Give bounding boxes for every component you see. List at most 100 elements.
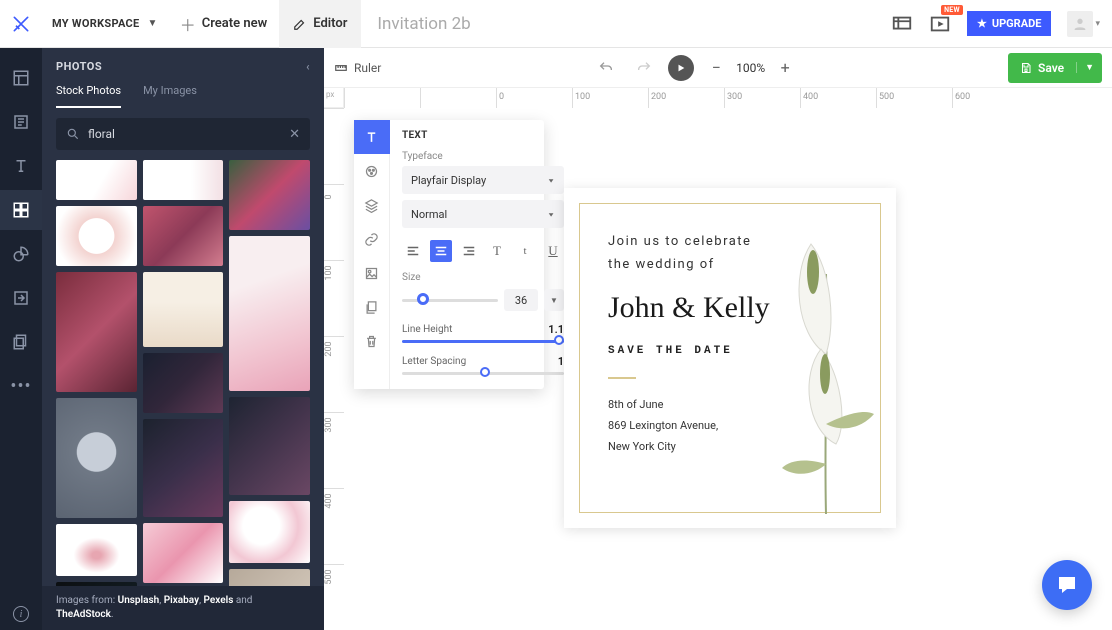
size-slider[interactable] (402, 299, 498, 302)
layers-tab-icon[interactable] (354, 188, 390, 222)
collapse-panel-icon[interactable]: ‹ (306, 60, 310, 73)
tab-my-images[interactable]: My Images (143, 84, 197, 108)
line-height-label: Line Height (402, 324, 452, 335)
line-height-slider[interactable] (402, 340, 564, 343)
rail-pages[interactable] (0, 322, 42, 362)
align-right-button[interactable] (458, 240, 480, 262)
search-input[interactable] (88, 127, 281, 141)
document-title[interactable]: Invitation 2b (361, 14, 486, 34)
text-panel-title: TEXT (402, 130, 564, 141)
panel-tabs: Stock Photos My Images (42, 84, 324, 108)
workspace-label: MY WORKSPACE (52, 17, 140, 30)
photo-thumb[interactable] (56, 206, 137, 266)
photo-thumb[interactable] (56, 524, 137, 576)
image-tab-icon[interactable] (354, 256, 390, 290)
divider-line (608, 377, 636, 379)
photo-thumb[interactable] (143, 353, 224, 413)
zoom-out-button[interactable]: − (704, 56, 728, 80)
present-icon[interactable] (891, 13, 913, 35)
play-button[interactable] (668, 55, 694, 81)
photo-thumb[interactable] (229, 160, 310, 230)
tab-stock-photos[interactable]: Stock Photos (56, 84, 121, 108)
rail-more[interactable]: ••• (0, 366, 42, 406)
size-caret-icon[interactable]: ▼ (544, 289, 564, 311)
zoom-in-button[interactable]: + (773, 56, 797, 80)
search-input-wrap: ✕ (56, 118, 310, 150)
photo-thumb[interactable] (56, 160, 137, 200)
clear-search-icon[interactable]: ✕ (289, 127, 300, 142)
info-icon[interactable]: i (13, 606, 29, 622)
create-new-button[interactable]: ＋ Create new (168, 0, 280, 48)
ruler-toggle[interactable]: Ruler (334, 61, 381, 75)
create-new-label: Create new (202, 16, 267, 31)
duplicate-tab-icon[interactable] (354, 290, 390, 324)
vertical-ruler[interactable]: 0 100 200 300 400 500 (324, 108, 344, 630)
redo-button[interactable] (630, 54, 658, 82)
size-value[interactable]: 36 (504, 289, 538, 311)
delete-tab-icon[interactable] (354, 324, 390, 358)
search-icon (66, 127, 80, 141)
save-caret-icon[interactable]: ▼ (1076, 62, 1102, 73)
align-center-button[interactable] (430, 240, 452, 262)
photo-thumb[interactable] (229, 501, 310, 563)
photo-thumb[interactable] (143, 272, 224, 347)
photos-panel: PHOTOS ‹ Stock Photos My Images ✕ (42, 48, 324, 630)
rail-photos[interactable] (0, 190, 42, 230)
rail-layout[interactable] (0, 58, 42, 98)
horizontal-ruler[interactable]: 0 100 200 300 400 500 600 (344, 88, 1112, 108)
uppercase-button[interactable]: T (486, 240, 508, 262)
editor-button[interactable]: Editor (279, 0, 361, 48)
text-panel-tabs (354, 120, 390, 389)
rail-export[interactable] (0, 278, 42, 318)
zoom-value[interactable]: 100% (730, 61, 771, 75)
stage[interactable]: px 0 100 200 300 400 500 600 0 100 200 3… (324, 88, 1112, 630)
rail-shapes[interactable] (0, 234, 42, 274)
rail-text[interactable] (0, 146, 42, 186)
chat-icon (1055, 573, 1079, 597)
undo-button[interactable] (592, 54, 620, 82)
photo-thumb[interactable] (229, 397, 310, 495)
artboard[interactable]: Join us to celebrate the wedding of John… (564, 188, 896, 528)
font-family-select[interactable]: Playfair Display ▼ (402, 166, 564, 194)
letter-spacing-label: Letter Spacing (402, 356, 466, 367)
canvas-toolbar: Ruler − 100% + Save ▼ (324, 48, 1112, 88)
photo-thumb[interactable] (56, 272, 137, 392)
link-tab-icon[interactable] (354, 222, 390, 256)
photo-thumb[interactable] (229, 236, 310, 391)
ruler-unit: px (324, 88, 344, 108)
rail-templates[interactable] (0, 102, 42, 142)
chat-button[interactable] (1042, 560, 1092, 610)
chevron-down-icon: ▼ (148, 18, 158, 29)
upgrade-label: UPGRADE (992, 17, 1042, 30)
upgrade-button[interactable]: ★ UPGRADE (967, 11, 1052, 36)
photo-thumb[interactable] (143, 523, 224, 583)
text-properties-panel[interactable]: TEXT Typeface Playfair Display ▼ Normal … (354, 120, 544, 389)
colors-tab-icon[interactable] (354, 154, 390, 188)
panel-title: PHOTOS (56, 60, 102, 73)
photo-thumb[interactable] (229, 569, 310, 586)
underline-button[interactable]: U (542, 240, 564, 262)
photo-thumb[interactable] (143, 160, 224, 200)
lowercase-button[interactable]: t (514, 240, 536, 262)
align-row: T t U (402, 240, 564, 262)
app-logo[interactable] (0, 0, 42, 48)
line-height-value: 1.1 (548, 323, 564, 336)
photo-thumb[interactable] (56, 398, 137, 518)
dots-icon: ••• (10, 376, 31, 397)
photo-credits: Images from: Unsplash, Pixabay, Pexels a… (42, 586, 324, 630)
save-button[interactable]: Save ▼ (1008, 53, 1102, 83)
plus-icon: ＋ (180, 12, 196, 36)
editor-label: Editor (313, 16, 347, 31)
workspace-dropdown[interactable]: MY WORKSPACE ▼ (42, 17, 168, 30)
canvas-column: Ruler − 100% + Save ▼ px (324, 48, 1112, 630)
text-tab-icon[interactable] (354, 120, 390, 154)
account-menu[interactable]: ▾ (1067, 11, 1100, 37)
align-left-button[interactable] (402, 240, 424, 262)
photo-thumb[interactable] (143, 206, 224, 266)
letter-spacing-slider[interactable] (402, 372, 564, 375)
size-label: Size (402, 272, 564, 283)
font-weight-select[interactable]: Normal ▼ (402, 200, 564, 228)
photo-thumb[interactable] (143, 419, 224, 517)
invitation-content[interactable]: Join us to celebrate the wedding of John… (580, 204, 880, 512)
video-icon[interactable]: NEW (929, 13, 951, 35)
